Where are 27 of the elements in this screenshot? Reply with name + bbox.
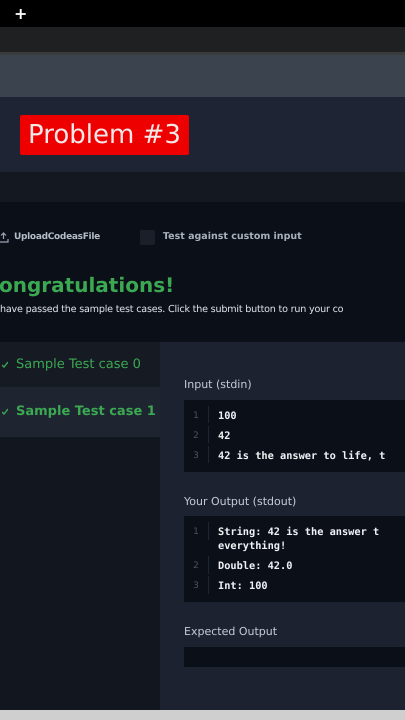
result-title: ongratulations! [0, 275, 176, 295]
code-line: 100 [218, 408, 237, 422]
line-number: 2 [184, 426, 209, 443]
problem-badge: Problem #3 [20, 114, 189, 154]
test-case-tab[interactable]: Sample Test case 1 [0, 387, 160, 437]
line-number: 3 [184, 446, 209, 463]
code-line: 42 [218, 428, 230, 442]
check-icon [2, 408, 8, 416]
code-line: Double: 42.0 [218, 559, 292, 573]
line-number: 2 [184, 556, 209, 574]
section-title: Your Output (stdout) [184, 494, 298, 510]
upload-icon [0, 232, 9, 243]
custom-input-label: Test against custom input [162, 230, 302, 244]
check-icon [2, 360, 8, 368]
result-message: have passed the sample test cases. Click the submit button to run your co [0, 303, 344, 317]
code-line: String: 42 is the answer t [218, 525, 380, 539]
section-title: Expected Output [184, 624, 278, 640]
code-line: Int: 100 [218, 579, 268, 593]
code-line: everything! [218, 539, 288, 553]
code-line: 42 is the answer to life, t [218, 448, 386, 462]
line-number: 1 [184, 406, 209, 423]
test-case-tab[interactable]: Sample Test case 0 [0, 342, 160, 387]
section-title: Input (stdin) [184, 377, 253, 393]
line-number: 3 [184, 576, 209, 594]
new-tab-button[interactable]: + [14, 6, 28, 22]
upload-link[interactable]: UploadCodeasFile [14, 230, 100, 244]
line-number: 1 [184, 522, 209, 540]
